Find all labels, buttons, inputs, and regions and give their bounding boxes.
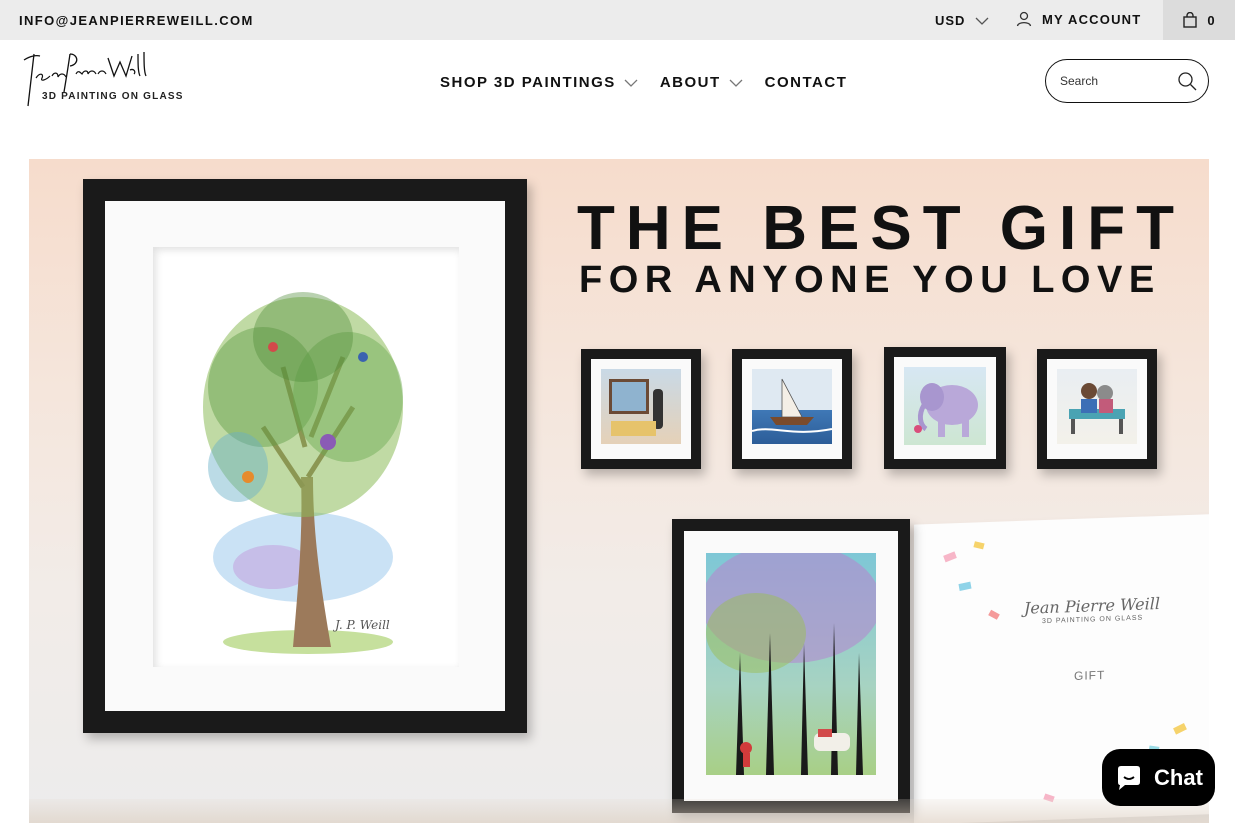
site-logo[interactable]: 3D PAINTING ON GLASS (22, 50, 192, 112)
card-gift-label: GIFT (1074, 667, 1106, 683)
confetti (988, 609, 1000, 620)
large-frame-tree: J. P. Weill (83, 179, 527, 733)
couple-illustration (1069, 383, 1125, 434)
chat-button[interactable]: Chat (1102, 749, 1215, 806)
painting-sailboat (752, 369, 832, 444)
nav-about[interactable]: ABOUT (660, 74, 743, 91)
chevron-down-icon (624, 79, 638, 87)
painting-elephant (904, 367, 986, 445)
email-link[interactable]: INFO@JEANPIERREWEILL.COM (19, 13, 254, 28)
chevron-down-icon (975, 17, 989, 25)
currency-selector[interactable]: USD (935, 13, 989, 28)
confetti (943, 551, 957, 563)
hero-subheadline: FOR ANYONE YOU LOVE (579, 259, 1161, 301)
small-frame-2 (732, 349, 852, 469)
elephant-illustration (914, 383, 978, 437)
search-icon[interactable] (1177, 71, 1197, 91)
tree-illustration: J. P. Weill (203, 292, 403, 654)
small-frame-1 (581, 349, 701, 469)
my-account-link[interactable]: MY ACCOUNT (1016, 11, 1141, 27)
top-bar: INFO@JEANPIERREWEILL.COM USD MY ACCOUNT … (0, 0, 1235, 40)
main-nav: SHOP 3D PAINTINGS ABOUT CONTACT (440, 74, 847, 91)
tree-painting: J. P. Weill (153, 247, 459, 667)
nav-label: ABOUT (659, 74, 721, 91)
search-box (1045, 59, 1209, 103)
account-label: MY ACCOUNT (1042, 11, 1142, 27)
cart-button[interactable]: 0 (1163, 0, 1235, 40)
logo-tagline: 3D PAINTING ON GLASS (42, 91, 184, 102)
painting-forest (706, 553, 876, 775)
chat-bubble-icon (1118, 765, 1141, 790)
user-icon (1016, 11, 1032, 27)
shopping-bag-icon (1183, 12, 1198, 28)
nav-label: SHOP 3D PAINTINGS (440, 74, 616, 91)
small-frame-4 (1037, 349, 1157, 469)
confetti (1173, 722, 1187, 735)
forest-illustration (706, 553, 876, 775)
nav-label: CONTACT (764, 74, 848, 91)
confetti (973, 541, 985, 550)
cart-count: 0 (1207, 12, 1215, 28)
art-detail (609, 379, 649, 414)
sailboat-illustration (752, 378, 832, 433)
chevron-down-icon (729, 79, 743, 87)
painting-window-scene (601, 369, 681, 444)
nav-shop-3d-paintings[interactable]: SHOP 3D PAINTINGS (440, 74, 638, 91)
medium-frame-forest (672, 519, 910, 813)
confetti (958, 581, 972, 591)
search-input[interactable] (1060, 72, 1170, 90)
art-detail (611, 421, 656, 436)
hero-banner[interactable]: J. P. Weill THE BEST GIFT FOR ANYONE YOU… (29, 159, 1209, 823)
nav-contact[interactable]: CONTACT (765, 74, 848, 91)
hero-headline: THE BEST GIFT (577, 194, 1185, 263)
painting-couple-bench (1057, 369, 1137, 444)
floor-shadow (29, 799, 1209, 823)
currency-label: USD (935, 13, 966, 28)
chat-label: Chat (1154, 764, 1203, 790)
small-frame-3 (884, 347, 1006, 469)
svg-text:J. P. Weill: J. P. Weill (332, 618, 390, 632)
